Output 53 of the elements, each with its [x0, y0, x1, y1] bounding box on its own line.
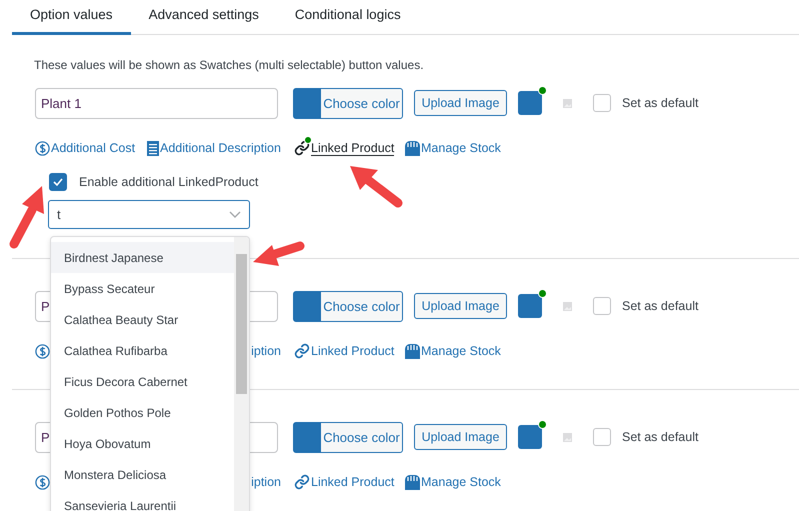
option-link[interactable]: Additional Cost [35, 140, 147, 156]
store-icon [405, 344, 420, 358]
option-link[interactable] [35, 344, 50, 358]
checkbox-label: Enable additional LinkedProduct [79, 175, 258, 189]
checkbox-label: Set as default [622, 430, 698, 444]
tab[interactable]: Conditional logics [276, 0, 419, 35]
option-link[interactable]: Manage Stock [405, 344, 505, 358]
dollar-circle-icon [35, 344, 50, 358]
checkbox-label: Set as default [622, 299, 698, 313]
option-link[interactable]: iption [251, 475, 281, 489]
upload-image-button[interactable]: Upload Image [414, 293, 507, 319]
default-checkbox[interactable] [593, 297, 611, 315]
option-link[interactable]: Linked Product [294, 474, 405, 490]
upload-image-button[interactable]: Upload Image [414, 424, 507, 450]
default-checkbox[interactable] [593, 94, 611, 112]
image-icon [563, 302, 572, 310]
choose-color-button[interactable]: Choose color [293, 290, 403, 322]
checkmark-icon [52, 176, 64, 188]
default-checkbox[interactable] [593, 428, 611, 446]
annotation-arrow [10, 186, 44, 248]
value-field[interactable]: Plant 1 [35, 88, 278, 118]
document-icon [147, 140, 159, 156]
option-link[interactable]: Manage Stock [405, 140, 505, 156]
store-icon [405, 140, 420, 156]
enable-checkbox[interactable] [49, 173, 67, 191]
chevron-down-icon [229, 210, 241, 218]
choose-color-button[interactable]: Choose color [293, 88, 403, 118]
annotation-arrow [253, 242, 304, 266]
dropdown-option[interactable]: Birdnest Japanese [51, 242, 234, 273]
link-icon [294, 140, 310, 156]
tab[interactable]: Option values [12, 0, 131, 35]
product-search-field[interactable]: t [48, 200, 250, 229]
dollar-circle-icon [35, 140, 50, 156]
option-link[interactable] [35, 474, 50, 490]
option-link[interactable]: iption [251, 344, 281, 358]
option-link[interactable]: Manage Stock [405, 474, 505, 490]
dollar-circle-icon [35, 474, 50, 490]
image-icon [563, 432, 572, 442]
tab[interactable]: Advanced settings [130, 0, 277, 35]
option-link[interactable]: Linked Product [294, 140, 405, 156]
link-icon [294, 343, 310, 359]
scrollbar[interactable] [234, 237, 249, 511]
image-icon [563, 98, 572, 108]
option-link[interactable]: Linked Product [294, 343, 405, 359]
link-icon [294, 474, 310, 490]
choose-color-button[interactable]: Choose color [293, 422, 403, 452]
checkbox-label: Set as default [622, 96, 698, 110]
active-dot [304, 136, 312, 144]
upload-image-button[interactable]: Upload Image [414, 90, 507, 116]
option-link[interactable]: Additional Description [147, 140, 294, 156]
annotation-arrow [350, 166, 402, 208]
description-text: These values will be shown as Swatches (multi selectable) button values. [34, 58, 425, 72]
store-icon [405, 474, 420, 490]
